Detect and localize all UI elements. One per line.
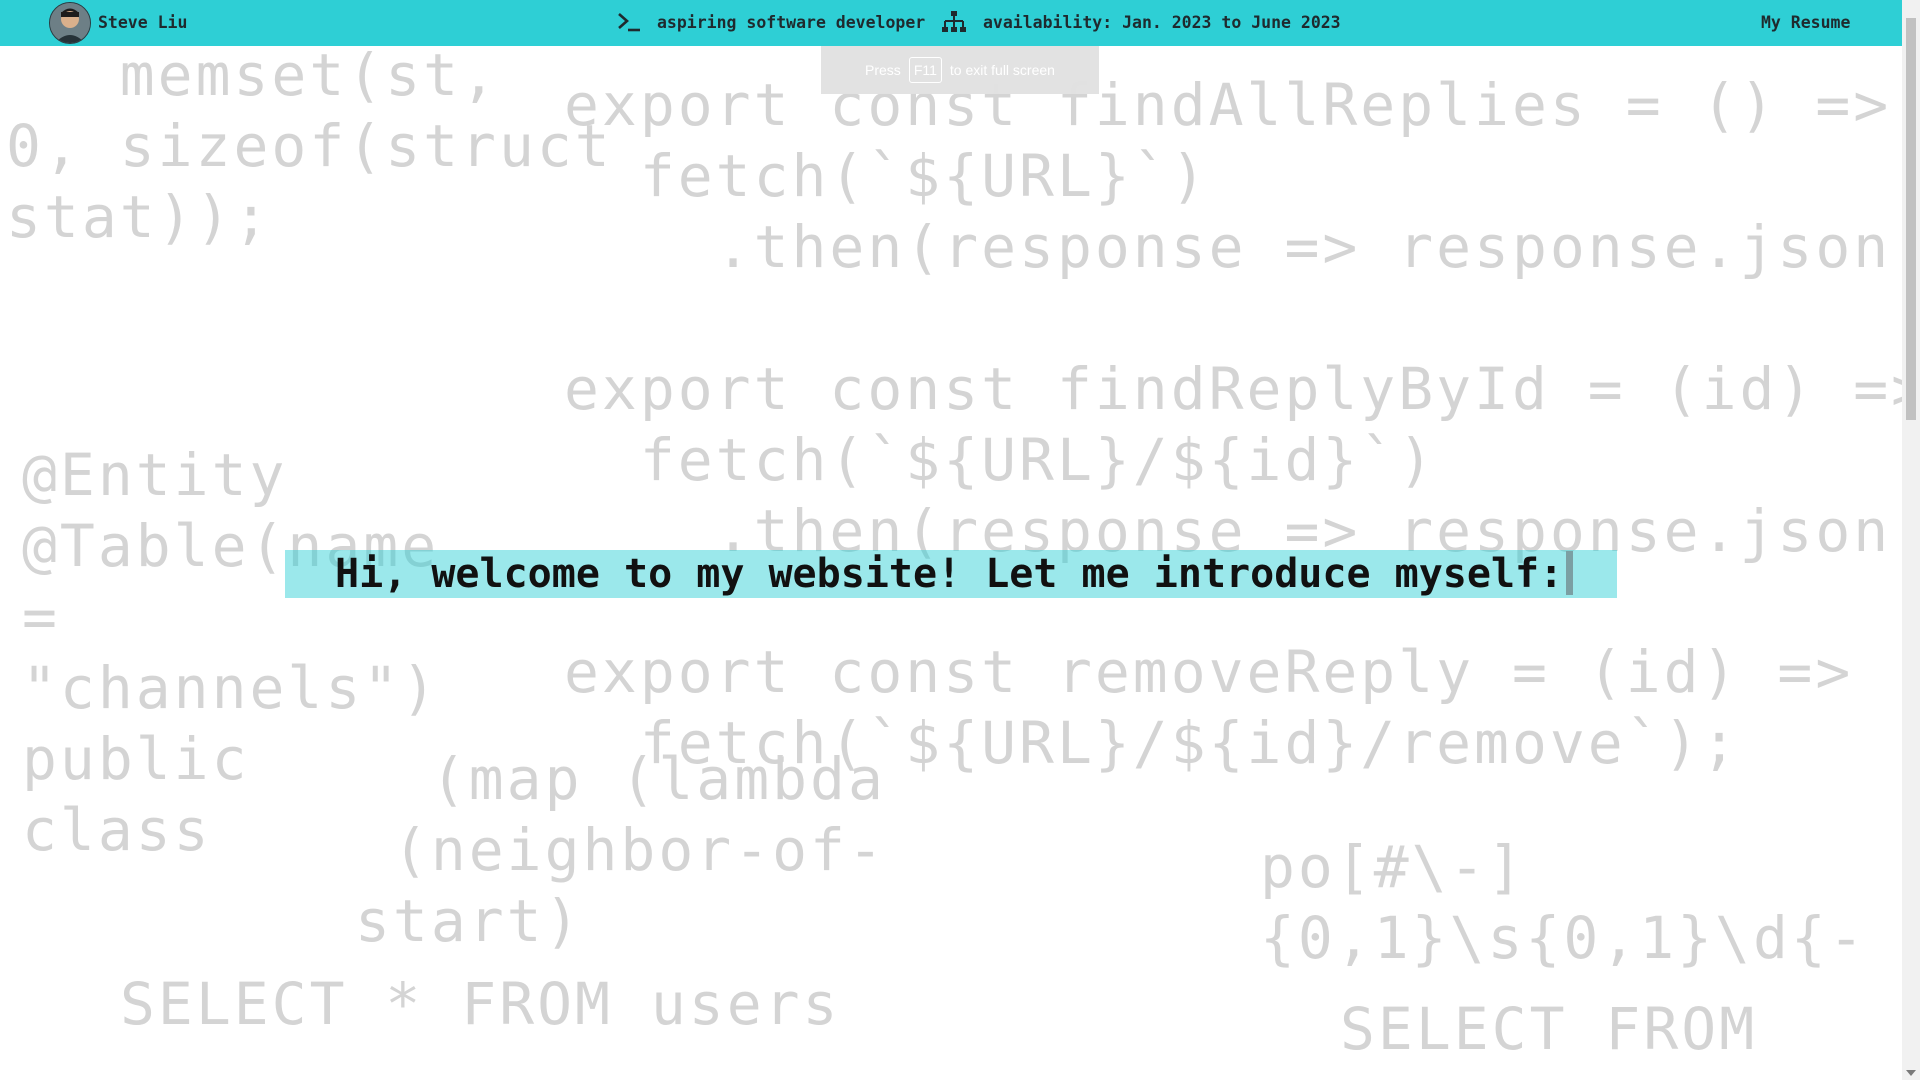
page-scrollbar[interactable] bbox=[1902, 0, 1920, 1080]
bg-code-js-findall: export const findAllReplies = () => fetc… bbox=[564, 71, 1920, 281]
bg-code-js-findbyid: export const findReplyById = (id) => fet… bbox=[564, 355, 1920, 565]
role-text: aspiring software developer bbox=[657, 13, 926, 32]
scroll-down-arrow-icon[interactable] bbox=[1906, 1070, 1916, 1076]
resume-link[interactable]: My Resume bbox=[1761, 13, 1850, 32]
welcome-message: Hi, welcome to my website! Let me introd… bbox=[335, 551, 1564, 597]
top-navigation-bar: Steve Liu aspiring software developer av… bbox=[0, 0, 1902, 46]
site-owner-name[interactable]: Steve Liu bbox=[98, 13, 187, 32]
sitemap-icon bbox=[941, 10, 967, 38]
f11-key-badge: F11 bbox=[908, 57, 942, 83]
fullscreen-notice-suffix: to exit full screen bbox=[949, 62, 1055, 78]
bg-code-sql-select: SELECT * FROM users bbox=[120, 970, 841, 1038]
fullscreen-notice-prefix: Press bbox=[865, 62, 901, 78]
bg-code-sql-select2: SELECT FROM bbox=[1340, 995, 1758, 1063]
fullscreen-exit-notice: Press F11 to exit full screen bbox=[821, 46, 1099, 94]
welcome-banner: Hi, welcome to my website! Let me introd… bbox=[285, 550, 1617, 598]
bg-code-regex: po[#\-] {0,1}\s{0,1}\d{- bbox=[1260, 833, 1867, 972]
bg-code-lisp-map: (map (lambda (neighbor-of- start) bbox=[355, 745, 886, 955]
bg-code-c-memset: memset(st, 0, sizeof(struct stat)); bbox=[6, 41, 613, 251]
avatar[interactable] bbox=[49, 2, 91, 44]
avatar-photo bbox=[50, 3, 90, 43]
typing-caret bbox=[1566, 551, 1574, 595]
availability-text: availability: Jan. 2023 to June 2023 bbox=[983, 13, 1341, 32]
terminal-icon bbox=[616, 9, 642, 39]
scrollbar-thumb[interactable] bbox=[1906, 18, 1916, 420]
